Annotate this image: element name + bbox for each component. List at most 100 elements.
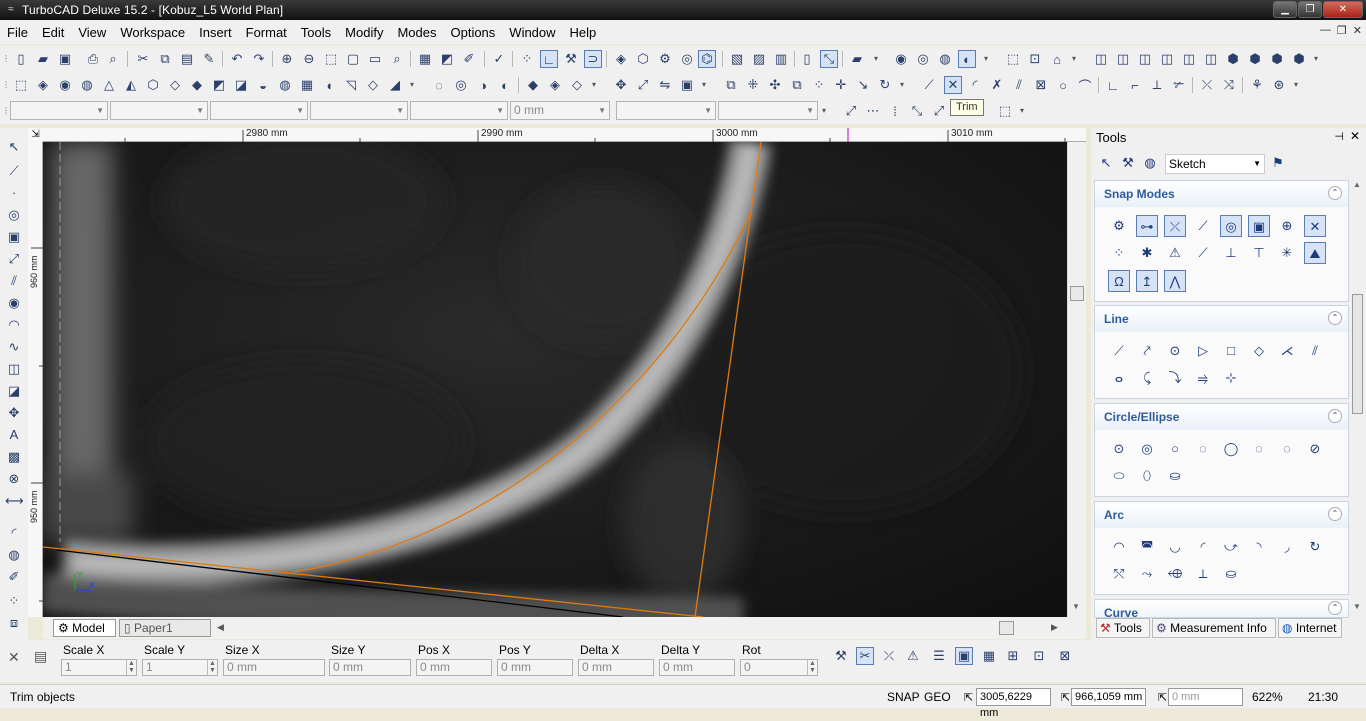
cylinder-icon[interactable]: ◍ <box>276 76 294 94</box>
bisector-icon[interactable]: ⤵ <box>1164 367 1186 389</box>
pen-width-combo[interactable]: ▼ <box>310 101 408 120</box>
multi-line-icon[interactable]: ⤤ <box>1136 340 1158 362</box>
arc-rotated-icon[interactable]: ⬲ <box>1164 563 1186 585</box>
fillet-icon[interactable]: ◜ <box>966 76 984 94</box>
trim-option-icon[interactable]: ⤫ <box>880 647 898 665</box>
palette-wand-icon[interactable]: ⚒ <box>1117 152 1139 174</box>
snap-arc-icon[interactable]: ⚠ <box>1164 242 1186 264</box>
torus-icon[interactable]: ◍ <box>78 76 96 94</box>
boolean-intersect-icon[interactable]: ◑ <box>474 76 492 94</box>
magnet-icon[interactable]: ⊃ <box>584 50 602 68</box>
collapse-icon[interactable]: ⌃ <box>1328 311 1342 325</box>
menu-view[interactable]: View <box>71 25 113 40</box>
snap-tracking-icon[interactable]: ↥ <box>1136 270 1158 292</box>
mdi-close-icon[interactable]: ✕ <box>1353 24 1362 37</box>
circle-tan-2-icon[interactable]: ◌ <box>1248 438 1270 460</box>
triangle-icon[interactable]: ▷ <box>1192 340 1214 362</box>
slab-icon[interactable]: ◇ <box>364 76 382 94</box>
zoom-window-icon[interactable]: ⬚ <box>322 50 340 68</box>
cube-iso-2-icon[interactable]: ⬢ <box>1246 50 1264 68</box>
divide-icon[interactable]: ⤨ <box>1220 76 1238 94</box>
trim-red-icon[interactable]: ⚠ <box>904 647 922 665</box>
mdi-minimize-icon[interactable]: — <box>1320 24 1331 37</box>
toolbar-overflow-11[interactable]: ▾ <box>1018 103 1026 119</box>
spin-icon[interactable]: ▲ ▼ <box>207 660 217 675</box>
palette-mode-select[interactable]: Sketch ▼ <box>1165 154 1265 174</box>
parallel-line-icon[interactable]: ⫽ <box>1304 340 1326 362</box>
align-icon[interactable]: ⤢ <box>634 76 652 94</box>
arc-elliptical-icon[interactable]: ⤳ <box>1136 563 1158 585</box>
snap-point-icon[interactable]: ⟋ <box>1192 242 1214 264</box>
arc-tangent-icon[interactable]: ⤻ <box>1220 536 1242 558</box>
snap-all-icon[interactable]: ✳ <box>1276 242 1298 264</box>
paste-icon[interactable]: ▤ <box>178 50 196 68</box>
palette-scroll-thumb[interactable] <box>1352 294 1363 414</box>
group-tool-icon[interactable]: ⁘ <box>5 592 23 610</box>
print-preview-icon[interactable]: ⌕ <box>104 50 122 68</box>
zoom-out-icon[interactable]: ⊖ <box>300 50 318 68</box>
menu-modify[interactable]: Modify <box>338 25 390 40</box>
cube-right-icon[interactable]: ◫ <box>1158 50 1176 68</box>
dimension-icon[interactable]: ⟷ <box>5 492 24 510</box>
tab-internet[interactable]: ◍ Internet <box>1278 618 1342 638</box>
trim-entity-icon[interactable]: ▣ <box>955 647 973 665</box>
menu-file[interactable]: File <box>0 25 35 40</box>
circle-tool-icon[interactable]: ○ <box>1054 76 1072 94</box>
font-combo[interactable]: ▼ <box>718 101 818 120</box>
offset-icon[interactable]: ⟂ <box>1148 76 1166 94</box>
extrude-icon[interactable]: ◇ <box>166 76 184 94</box>
scroll-up-icon[interactable]: ▲ <box>1353 180 1361 189</box>
color-combo[interactable]: ▼ <box>110 101 208 120</box>
zoom-in-icon[interactable]: ⊕ <box>278 50 296 68</box>
toolbar-overflow-8[interactable]: ▾ <box>898 77 906 93</box>
snap-grid-icon[interactable]: ⁘ <box>1108 242 1130 264</box>
zoom-previous-icon[interactable]: ⌕ <box>388 50 406 68</box>
pin-icon[interactable]: ⊣ <box>1334 130 1344 143</box>
line-style-5-icon[interactable]: ⤢ <box>930 102 948 120</box>
new-file-icon[interactable]: ▯ <box>12 50 30 68</box>
box-icon[interactable]: ⬚ <box>12 76 30 94</box>
inspector-list-icon[interactable]: ▤ <box>34 648 47 665</box>
section-header[interactable]: Curve <box>1095 600 1348 617</box>
arc-conic-icon[interactable]: ⟂ <box>1192 563 1214 585</box>
offset-line-icon[interactable]: ⥤ <box>1192 367 1214 389</box>
tab-paper1[interactable]: ▯ Paper1 <box>119 619 211 637</box>
block-icon[interactable]: ⬡ <box>634 50 652 68</box>
bevel-icon[interactable]: ⌐ <box>1126 76 1144 94</box>
hidden-line-icon[interactable]: ◍ <box>936 50 954 68</box>
toolbar-overflow[interactable]: ▾ <box>872 51 880 67</box>
circle-center-icon[interactable]: ⊙ <box>1108 438 1130 460</box>
rect-icon[interactable]: □ <box>1220 340 1242 362</box>
chart-icon[interactable]: ▥ <box>772 50 790 68</box>
polygon-icon[interactable]: ⊙ <box>1164 340 1186 362</box>
scale-x-field[interactable]: 1 ▲ ▼ <box>61 659 137 676</box>
arc-double-icon[interactable]: ◚ <box>1136 536 1158 558</box>
inspector-close-icon[interactable]: ✕ <box>8 649 20 666</box>
delta-x-field[interactable]: 0 mm <box>578 659 654 676</box>
move-icon[interactable]: ✥ <box>612 76 630 94</box>
scale-icon[interactable]: ↘ <box>854 76 872 94</box>
zoom-extents-icon[interactable]: ▢ <box>344 50 362 68</box>
trim-box-icon[interactable]: ▦ <box>980 647 998 665</box>
minimize-button[interactable]: ▁ <box>1273 1 1297 18</box>
thickness-combo[interactable]: 0 mm ▼ <box>510 101 610 120</box>
collapse-icon[interactable]: ⌃ <box>1328 601 1342 615</box>
redraw-icon[interactable]: ▦ <box>416 50 434 68</box>
rectangle-icon[interactable]: ▣ <box>5 228 23 246</box>
arc-3pt-icon[interactable]: ◡ <box>1164 536 1186 558</box>
join-icon[interactable]: ⤫ <box>1198 76 1216 94</box>
section-header[interactable]: Line <box>1095 306 1348 332</box>
boolean-add-icon[interactable]: ◌ <box>430 76 448 94</box>
copy-icon[interactable]: ⧉ <box>156 50 174 68</box>
render-icon[interactable]: ◩ <box>438 50 456 68</box>
z-coordinate-field[interactable]: 0 mm <box>1168 688 1243 706</box>
toolbar-grip[interactable]: ⋮ <box>2 51 10 67</box>
save-icon[interactable]: ▣ <box>56 50 74 68</box>
scroll-right-icon[interactable]: ▶ <box>1051 622 1058 633</box>
toolbar-grip-2[interactable]: ⋮ <box>2 77 10 93</box>
snap-drawing-aid-icon[interactable]: ⊥ <box>1220 242 1242 264</box>
viewport-icon[interactable]: ⧈ <box>5 614 23 632</box>
cube-left-icon[interactable]: ◫ <box>1136 50 1154 68</box>
fillet-tool-icon[interactable]: ◜ <box>5 524 23 542</box>
spin-icon[interactable]: ▲ ▼ <box>807 660 817 675</box>
